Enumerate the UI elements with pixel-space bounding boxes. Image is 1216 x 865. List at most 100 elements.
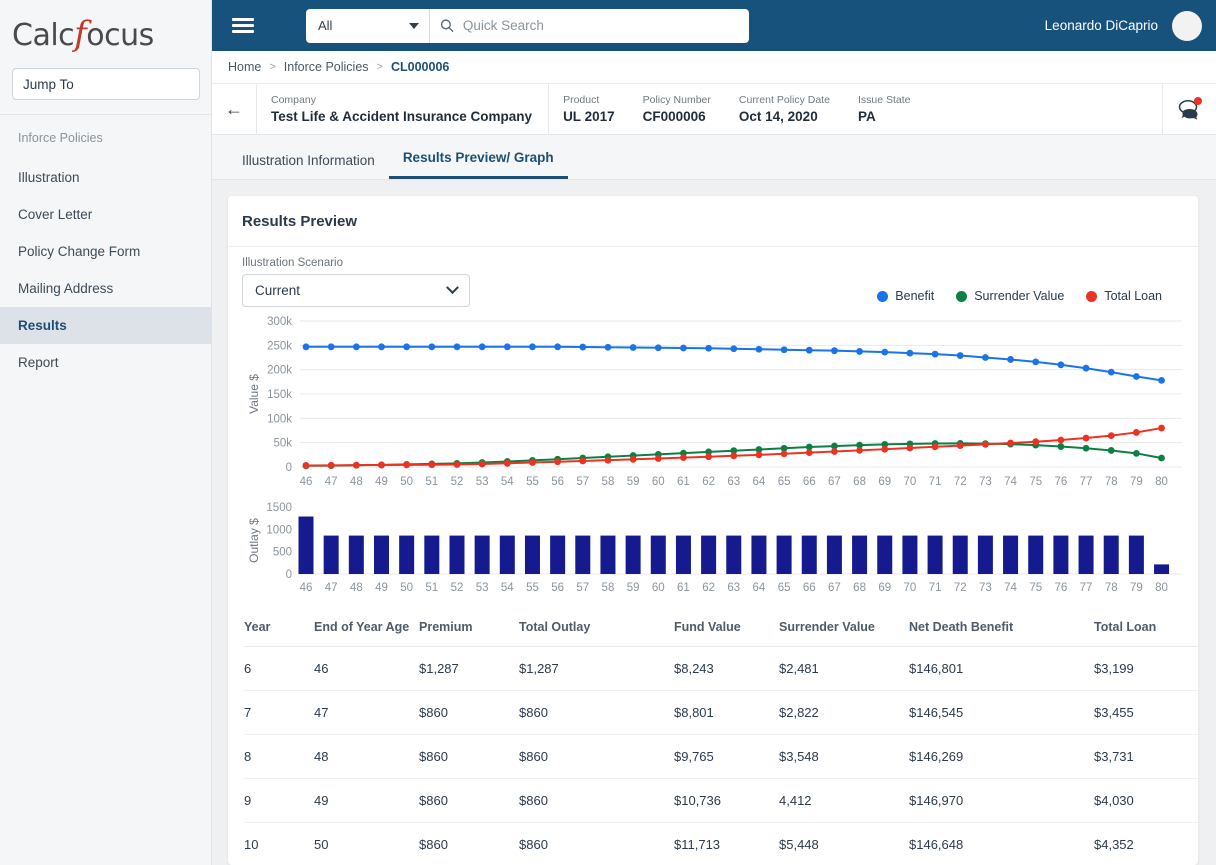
x-axis-tick-label: 58 xyxy=(602,476,615,488)
table-row[interactable]: 7 47 $860 $860 $8,801 $2,822 $146,545 $3,455 xyxy=(244,690,1198,735)
table-cell: $860 xyxy=(519,778,674,823)
x-axis-tick-label: 62 xyxy=(702,582,715,594)
avatar[interactable] xyxy=(1172,10,1202,41)
x-axis-tick-label: 56 xyxy=(551,582,564,594)
bar xyxy=(877,535,893,574)
user-name-label: Leonardo DiCaprio xyxy=(1044,18,1158,33)
table-cell: $146,269 xyxy=(909,734,1094,779)
breadcrumb-inforce-policies[interactable]: Inforce Policies xyxy=(284,60,369,74)
sidebar-item-report[interactable]: Report xyxy=(0,344,211,381)
x-axis-tick-label: 71 xyxy=(929,476,942,488)
table-cell: $2,481 xyxy=(779,646,909,691)
sidebar-section-label: Inforce Policies xyxy=(18,131,103,145)
table-column-header[interactable]: Total Outlay xyxy=(519,608,674,647)
app-logo[interactable]: Calcfocus xyxy=(0,0,211,64)
table-cell: $860 xyxy=(419,778,519,823)
table-cell: $146,970 xyxy=(909,778,1094,823)
x-axis-tick-label: 70 xyxy=(904,582,917,594)
table-column-header[interactable]: Total Loan xyxy=(1094,608,1198,647)
bar xyxy=(902,535,918,574)
table-column-header[interactable]: End of Year Age xyxy=(314,608,419,647)
x-axis-tick-label: 76 xyxy=(1054,476,1067,488)
table-cell: $146,801 xyxy=(909,646,1094,691)
table-row[interactable]: 9 49 $860 $860 $10,736 4,412 $146,970 $4,030 xyxy=(244,778,1198,823)
x-axis-tick-label: 59 xyxy=(627,582,640,594)
results-preview-card: Results Preview Illustration Scenario Cu… xyxy=(228,196,1198,865)
charts-container: Illustration Scenario Current Benefit Sur… xyxy=(228,247,1198,602)
search-scope-value: All xyxy=(318,18,333,33)
table-column-header[interactable]: Fund Value xyxy=(674,608,779,647)
illustration-scenario-select[interactable]: Current xyxy=(242,274,470,307)
table-cell: $4,352 xyxy=(1094,822,1198,865)
breadcrumb-home[interactable]: Home xyxy=(228,60,261,74)
sidebar-item-illustration[interactable]: Illustration xyxy=(0,159,211,196)
x-axis-tick-label: 49 xyxy=(375,476,388,488)
x-axis-tick-label: 69 xyxy=(878,476,891,488)
table-cell: 47 xyxy=(314,690,419,735)
policy-field-product: Product UL 2017 xyxy=(549,84,629,134)
table-cell: 10 xyxy=(244,822,314,865)
table-row[interactable]: 8 48 $860 $860 $9,765 $3,548 $146,269 $3,731 xyxy=(244,734,1198,779)
sidebar-nav: Illustration Cover Letter Policy Change Fo… xyxy=(0,159,211,381)
table-cell: $8,243 xyxy=(674,646,779,691)
table-column-header[interactable]: Surrender Value xyxy=(779,608,909,647)
chat-button[interactable] xyxy=(1162,84,1216,134)
x-axis-tick-label: 55 xyxy=(526,476,539,488)
x-axis-tick-label: 61 xyxy=(677,476,690,488)
tab-illustration-information[interactable]: Illustration Information xyxy=(228,153,389,179)
search-scope-select[interactable]: All xyxy=(306,8,430,43)
y-axis-tick-label: 300k xyxy=(267,316,292,328)
x-axis-tick-label: 49 xyxy=(375,582,388,594)
x-axis-tick-label: 78 xyxy=(1105,582,1118,594)
y-axis-tick-label: 0 xyxy=(286,569,292,581)
results-table: Year End of Year Age Premium Total Outlay Fu… xyxy=(244,608,1198,865)
bar xyxy=(1078,535,1094,574)
legend-item-benefit[interactable]: Benefit xyxy=(877,289,934,303)
x-axis-tick-label: 51 xyxy=(425,582,438,594)
table-column-header[interactable]: Year xyxy=(244,608,314,647)
sidebar-item-mailing-address[interactable]: Mailing Address xyxy=(0,270,211,307)
x-axis-tick-label: 51 xyxy=(425,476,438,488)
sidebar-item-policy-change-form[interactable]: Policy Change Form xyxy=(0,233,211,270)
bar xyxy=(1154,564,1170,574)
bar xyxy=(977,535,993,574)
y-axis-tick-label: 1500 xyxy=(266,502,292,514)
sidebar-item-results[interactable]: Results xyxy=(0,307,211,344)
x-axis-tick-label: 74 xyxy=(1004,582,1017,594)
legend-item-surrender-value[interactable]: Surrender Value xyxy=(956,289,1064,303)
x-axis-tick-label: 62 xyxy=(702,476,715,488)
logo-letter-f: f xyxy=(74,14,87,54)
back-arrow-icon[interactable]: ← xyxy=(212,84,257,134)
table-row[interactable]: 10 50 $860 $860 $11,713 $5,448 $146,648 $4,352 xyxy=(244,822,1198,865)
sidebar-item-cover-letter[interactable]: Cover Letter xyxy=(0,196,211,233)
policy-field-current-policy-date: Current Policy Date Oct 14, 2020 xyxy=(725,84,844,134)
x-axis-tick-label: 53 xyxy=(476,582,489,594)
table-cell: $11,713 xyxy=(674,822,779,865)
legend-item-total-loan[interactable]: Total Loan xyxy=(1086,289,1162,303)
table-cell: $860 xyxy=(419,822,519,865)
hamburger-icon[interactable] xyxy=(232,15,254,36)
table-cell: $860 xyxy=(519,822,674,865)
search-input[interactable] xyxy=(462,18,739,33)
table-cell: 6 xyxy=(244,646,314,691)
policy-summary-bar: ← Company Test Life & Accident Insurance … xyxy=(212,84,1216,135)
jump-to-input[interactable] xyxy=(12,68,200,100)
x-axis-tick-label: 73 xyxy=(979,476,992,488)
x-axis-tick-label: 71 xyxy=(929,582,942,594)
y-axis-title: Outlay $ xyxy=(247,518,261,563)
y-axis-tick-label: 0 xyxy=(286,462,292,474)
x-axis-tick-label: 72 xyxy=(954,582,967,594)
x-axis-tick-label: 50 xyxy=(400,582,413,594)
x-axis-tick-label: 47 xyxy=(325,582,338,594)
table-column-header[interactable]: Net Death Benefit xyxy=(909,608,1094,647)
sidebar-item-label: Policy Change Form xyxy=(18,244,141,259)
bar xyxy=(1003,535,1019,574)
table-column-header[interactable]: Premium xyxy=(419,608,519,647)
x-axis-tick-label: 63 xyxy=(727,476,740,488)
logo-text-part2: ocus xyxy=(86,18,154,53)
tab-results-preview-graph[interactable]: Results Preview/ Graph xyxy=(388,150,568,179)
value-line-chart: 300k 250k 200k 150k 100k 50k 0 46 47 48 49 50 51 52 53… xyxy=(247,316,1182,488)
policy-field-label: Current Policy Date xyxy=(738,94,830,106)
table-row[interactable]: 6 46 $1,287 $1,287 $8,243 $2,481 $146,801 $3,19… xyxy=(244,646,1198,691)
bar xyxy=(298,516,314,574)
